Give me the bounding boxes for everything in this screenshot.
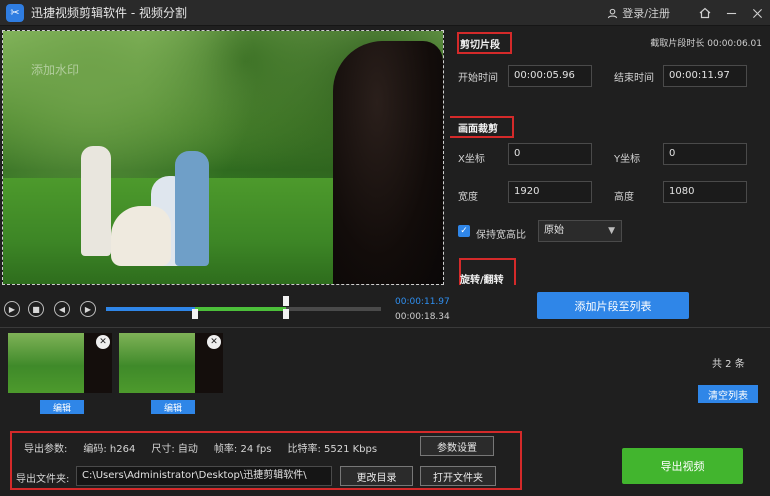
- close-icon[interactable]: ✕: [96, 335, 110, 349]
- start-time-field[interactable]: 00:00:05.96: [508, 65, 592, 87]
- param-settings-button[interactable]: 参数设置: [420, 436, 494, 456]
- export-params: 导出参数: 编码: h264 尺寸: 自动 帧率: 24 fps 比特率: 55…: [24, 440, 377, 455]
- keep-ratio-checkbox[interactable]: ✓: [458, 225, 470, 237]
- timeline-played: [106, 307, 196, 311]
- codec-value: 编码: h264: [83, 444, 136, 455]
- crop-title: 画面裁剪: [458, 124, 498, 135]
- video-preview[interactable]: 添加水印: [2, 30, 444, 285]
- ratio-select[interactable]: 原始 ▼: [538, 220, 622, 242]
- rotate-title: 旋转/翻转: [460, 275, 504, 285]
- stop-icon: ■: [32, 304, 40, 314]
- close-icon: [752, 8, 762, 18]
- watermark-text: 添加水印: [31, 63, 80, 77]
- clip-thumbnail[interactable]: ✕: [8, 333, 112, 393]
- home-icon: [699, 7, 711, 19]
- clip-count: 共 2 条: [712, 359, 745, 370]
- total-time: 00:00:18.34: [395, 312, 450, 322]
- edit-clip-button[interactable]: 编辑: [40, 400, 84, 414]
- segment-start-handle[interactable]: [192, 309, 199, 319]
- title-bar-actions: 登录/注册: [607, 0, 770, 26]
- play-button[interactable]: ▶: [4, 301, 20, 317]
- width-field[interactable]: 1920: [508, 181, 592, 203]
- ratio-selected: 原始: [544, 225, 564, 236]
- x-coord-field[interactable]: 0: [508, 143, 592, 165]
- clip-segment-title: 剪切片段: [460, 40, 500, 51]
- player-controls: ▶ ■ ◀ ▶ 00:00:11.97 00:00:18.34: [2, 293, 450, 325]
- width-label: 宽度: [458, 192, 478, 203]
- end-time-label: 结束时间: [614, 73, 654, 84]
- bitrate-value: 比特率: 5521 Kbps: [287, 444, 378, 455]
- title-bar: ✂ 迅捷视频剪辑软件 - 视频分割 登录/注册: [0, 0, 770, 26]
- video-figure-girl: [175, 151, 209, 266]
- close-button[interactable]: [744, 0, 770, 26]
- clip-duration: 截取片段时长 00:00:06.01: [650, 39, 762, 49]
- clear-list-button[interactable]: 清空列表: [698, 385, 758, 403]
- add-to-list-button[interactable]: 添加片段至列表: [537, 292, 689, 319]
- stop-button[interactable]: ■: [28, 301, 44, 317]
- folder-label: 导出文件夹:: [16, 474, 70, 485]
- timeline-segment: [195, 307, 286, 311]
- minimize-button[interactable]: [718, 0, 744, 26]
- size-value: 尺寸: 自动: [151, 444, 198, 455]
- video-figure-boy: [81, 146, 111, 256]
- login-button[interactable]: 登录/注册: [607, 5, 670, 21]
- scissors-icon: ✂: [6, 3, 24, 22]
- y-coord-field[interactable]: 0: [663, 143, 747, 165]
- x-coord-label: X坐标: [458, 154, 485, 165]
- edit-panel: 剪切片段 截取片段时长 00:00:06.01 开始时间 00:00:05.96…: [450, 30, 768, 285]
- current-time: 00:00:11.97: [395, 297, 450, 307]
- change-dir-button[interactable]: 更改目录: [340, 466, 413, 486]
- divider: [0, 327, 770, 328]
- edit-clip-button[interactable]: 编辑: [151, 400, 195, 414]
- start-time-label: 开始时间: [458, 73, 498, 84]
- login-label: 登录/注册: [622, 7, 670, 20]
- height-label: 高度: [614, 192, 634, 203]
- next-frame-button[interactable]: ▶: [80, 301, 96, 317]
- fps-value: 帧率: 24 fps: [213, 444, 272, 455]
- video-figure-woman: [333, 41, 443, 284]
- minimize-icon: [726, 12, 736, 14]
- user-icon: [608, 8, 618, 18]
- y-coord-label: Y坐标: [614, 154, 641, 165]
- play-icon: ▶: [8, 304, 16, 314]
- folder-path-field[interactable]: C:\Users\Administrator\Desktop\迅捷剪辑软件\: [76, 466, 332, 486]
- home-button[interactable]: [692, 0, 718, 26]
- segment-end-handle[interactable]: [282, 309, 289, 319]
- prev-frame-button[interactable]: ◀: [54, 301, 70, 317]
- open-folder-button[interactable]: 打开文件夹: [420, 466, 496, 486]
- chevron-down-icon: ▼: [608, 226, 615, 236]
- next-frame-icon: ▶: [84, 304, 92, 314]
- video-figure-dog: [111, 206, 171, 266]
- window-title: 迅捷视频剪辑软件 - 视频分割: [31, 6, 187, 20]
- clip-thumbnail[interactable]: ✕: [119, 333, 223, 393]
- export-params-label: 导出参数:: [24, 444, 68, 455]
- keep-ratio-label: 保持宽高比: [476, 230, 526, 241]
- playhead-handle[interactable]: [282, 296, 289, 306]
- end-time-field[interactable]: 00:00:11.97: [663, 65, 747, 87]
- prev-frame-icon: ◀: [58, 304, 66, 314]
- export-video-button[interactable]: 导出视频: [622, 448, 743, 484]
- close-icon[interactable]: ✕: [207, 335, 221, 349]
- timeline-slider[interactable]: [106, 307, 381, 311]
- height-field[interactable]: 1080: [663, 181, 747, 203]
